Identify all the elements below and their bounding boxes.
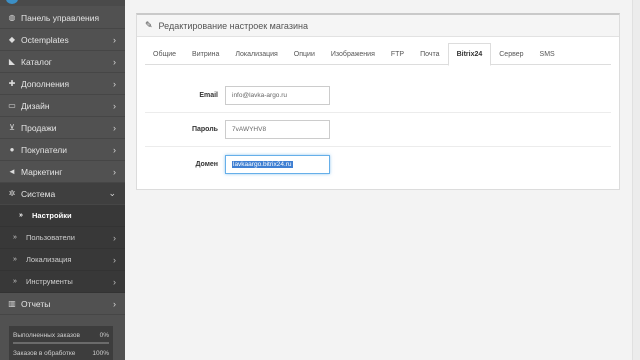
email-value: info@lavka-argo.ru bbox=[232, 92, 288, 99]
menu-label: Маркетинг bbox=[21, 166, 63, 177]
menu-item-extensions[interactable]: ✚ Дополнения › bbox=[0, 73, 125, 95]
stat-processing: Заказов в обработке 100% bbox=[13, 350, 109, 357]
double-chevron-icon: » bbox=[13, 278, 17, 285]
menu-label: Дизайн bbox=[21, 100, 50, 111]
menu-item-dashboard[interactable]: ◍ Панель управления bbox=[0, 7, 125, 29]
email-label: Email bbox=[199, 92, 218, 99]
gear-icon: ✲ bbox=[8, 189, 16, 198]
menu-item-catalog[interactable]: ◣ Каталог › bbox=[0, 51, 125, 73]
sidebar: ◍ Панель управления ◆ Octemplates › ◣ Ка… bbox=[0, 0, 125, 360]
password-field[interactable]: 7vAWYHV8 bbox=[225, 120, 330, 139]
menu-label: Каталог bbox=[21, 56, 52, 67]
menu-item-system[interactable]: ✲ Система ⌄ bbox=[0, 183, 125, 205]
order-stats: Выполненных заказов 0% Заказов в обработ… bbox=[9, 326, 113, 360]
menu-label: Отчеты bbox=[21, 298, 51, 309]
submenu-label: Инструменты bbox=[26, 277, 73, 286]
double-chevron-icon: » bbox=[13, 234, 17, 241]
tab-bar: Общие Витрина Локализация Опции Изображе… bbox=[145, 43, 611, 66]
share-icon: ◄ bbox=[8, 167, 16, 176]
submenu-item-localisation[interactable]: » Локализация › bbox=[0, 249, 125, 271]
progress-bar bbox=[13, 342, 109, 344]
stat-label: Заказов в обработке bbox=[13, 350, 76, 357]
cart-icon: ⊻ bbox=[9, 123, 15, 132]
settings-panel: ✎ Редактирование настроек магазина Общие… bbox=[136, 13, 620, 190]
page-scrollbar[interactable] bbox=[632, 0, 640, 360]
tab-localisation[interactable]: Локализация bbox=[227, 43, 285, 65]
double-chevron-icon: » bbox=[13, 256, 17, 263]
shield-icon: ◆ bbox=[8, 35, 16, 44]
menu-label: Система bbox=[21, 188, 56, 199]
menu-label: Octemplates bbox=[21, 34, 69, 45]
tab-server[interactable]: Сервер bbox=[491, 43, 531, 65]
bar-chart-icon: ▥ bbox=[8, 299, 16, 308]
form-row-domain: Домен lavkaargo.bitrix24.ru bbox=[145, 147, 611, 181]
domain-value: lavkaargo.bitrix24.ru bbox=[232, 160, 293, 168]
menu-item-reports[interactable]: ▥ Отчеты › bbox=[0, 293, 125, 315]
tab-store[interactable]: Витрина bbox=[184, 43, 227, 65]
tab-general[interactable]: Общие bbox=[145, 43, 184, 65]
submenu-label: Локализация bbox=[26, 255, 72, 264]
logo-strip bbox=[0, 0, 125, 6]
chevron-down-icon: ⌄ bbox=[108, 188, 116, 198]
email-field[interactable]: info@lavka-argo.ru bbox=[225, 86, 330, 105]
chevron-right-icon: › bbox=[113, 254, 116, 265]
stat-value: 0% bbox=[99, 332, 109, 339]
dashboard-icon: ◍ bbox=[8, 13, 16, 22]
submenu-item-settings[interactable]: » Настройки bbox=[0, 205, 125, 227]
domain-label: Домен bbox=[195, 160, 218, 168]
tag-icon: ◣ bbox=[8, 57, 16, 66]
chevron-right-icon: › bbox=[113, 276, 116, 287]
password-label: Пароль bbox=[191, 126, 218, 133]
chevron-right-icon: › bbox=[113, 78, 116, 89]
tab-bitrix24[interactable]: Bitrix24 bbox=[447, 43, 492, 66]
menu-item-marketing[interactable]: ◄ Маркетинг › bbox=[0, 161, 125, 183]
domain-field[interactable]: lavkaargo.bitrix24.ru bbox=[225, 154, 330, 174]
menu-label: Продажи bbox=[21, 122, 57, 133]
submenu-item-tools[interactable]: » Инструменты › bbox=[0, 271, 125, 293]
chevron-right-icon: › bbox=[113, 122, 116, 133]
submenu-label: Настройки bbox=[32, 211, 72, 220]
stat-value: 100% bbox=[92, 350, 109, 357]
stat-completed: Выполненных заказов 0% bbox=[13, 332, 109, 339]
chevron-right-icon: › bbox=[113, 166, 116, 177]
pencil-icon: ✎ bbox=[145, 20, 153, 30]
submenu-label: Пользователи bbox=[26, 233, 75, 242]
panel-heading: ✎ Редактирование настроек магазина bbox=[137, 15, 619, 37]
form-row-email: Email info@lavka-argo.ru bbox=[145, 79, 611, 113]
menu-label: Панель управления bbox=[21, 12, 100, 23]
chevron-right-icon: › bbox=[113, 34, 116, 45]
menu-item-design[interactable]: ▭ Дизайн › bbox=[0, 95, 125, 117]
chevron-right-icon: › bbox=[113, 298, 116, 309]
tab-sms[interactable]: SMS bbox=[532, 43, 563, 65]
double-chevron-icon: » bbox=[19, 212, 23, 219]
chevron-right-icon: › bbox=[113, 232, 116, 243]
desktop-icon: ▭ bbox=[8, 101, 16, 110]
menu-item-customers[interactable]: ● Покупатели › bbox=[0, 139, 125, 161]
menu-label: Дополнения bbox=[21, 78, 70, 89]
menu-item-sales[interactable]: ⊻ Продажи › bbox=[0, 117, 125, 139]
tab-options[interactable]: Опции bbox=[286, 43, 323, 65]
submenu-item-users[interactable]: » Пользователи › bbox=[0, 227, 125, 249]
menu-label: Покупатели bbox=[21, 144, 67, 155]
chevron-right-icon: › bbox=[113, 144, 116, 155]
form-row-password: Пароль 7vAWYHV8 bbox=[145, 113, 611, 147]
menu-item-octemplates[interactable]: ◆ Octemplates › bbox=[0, 29, 125, 51]
stat-label: Выполненных заказов bbox=[13, 332, 81, 339]
tab-mail[interactable]: Почта bbox=[412, 43, 447, 65]
chevron-right-icon: › bbox=[113, 100, 116, 111]
password-value: 7vAWYHV8 bbox=[232, 126, 267, 133]
panel-title: Редактирование настроек магазина bbox=[158, 20, 308, 31]
tab-ftp[interactable]: FTP bbox=[383, 43, 412, 65]
puzzle-icon: ✚ bbox=[8, 79, 16, 88]
user-icon: ● bbox=[9, 145, 15, 154]
chevron-right-icon: › bbox=[113, 56, 116, 67]
tab-images[interactable]: Изображения bbox=[323, 43, 383, 65]
